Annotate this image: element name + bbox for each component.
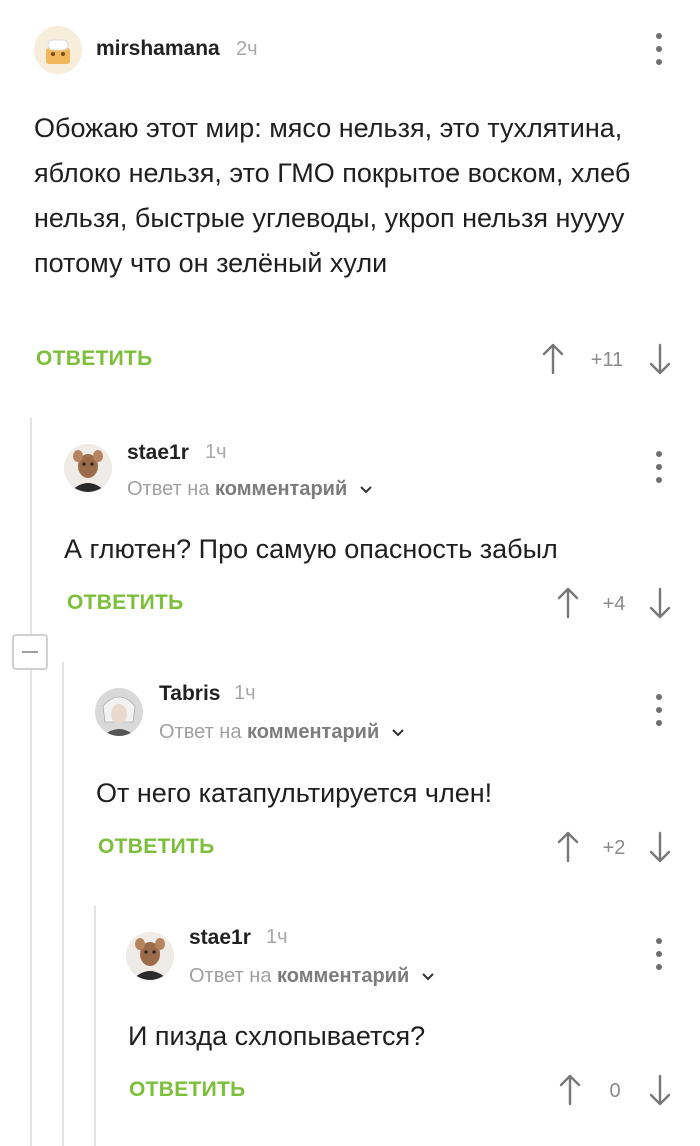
username[interactable]: stae1r <box>189 926 251 950</box>
reply-to-link[interactable]: Ответ на комментарий <box>127 478 373 501</box>
chevron-down-icon <box>360 486 372 494</box>
comment-text: От него катапультируется член! <box>96 778 493 808</box>
reply-to-prefix: Ответ на <box>189 965 272 987</box>
rating: +4 <box>602 593 626 615</box>
chevron-down-icon <box>392 729 404 737</box>
downvote-icon[interactable] <box>648 343 672 375</box>
downvote-icon[interactable] <box>648 1074 672 1106</box>
downvote-icon[interactable] <box>648 831 672 863</box>
more-options-icon[interactable] <box>652 692 666 728</box>
reply-button[interactable]: ОТВЕТИТЬ <box>98 835 215 859</box>
reply-button[interactable]: ОТВЕТИТЬ <box>129 1078 246 1102</box>
reply-to-target: комментарий <box>277 965 410 987</box>
avatar[interactable] <box>95 688 143 736</box>
more-options-icon[interactable] <box>652 449 666 485</box>
downvote-icon[interactable] <box>648 587 672 619</box>
timestamp: 1ч <box>234 682 256 704</box>
avatar[interactable] <box>126 932 174 980</box>
rating: 0 <box>609 1080 621 1102</box>
thread-line-level-1 <box>30 418 32 1146</box>
reply-to-prefix: Ответ на <box>159 721 242 743</box>
avatar[interactable] <box>64 444 112 492</box>
minus-icon <box>22 651 38 653</box>
comment-text: А глютен? Про самую опасность забыл <box>64 534 558 564</box>
reply-to-link[interactable]: Ответ на комментарий <box>159 721 405 744</box>
more-options-icon[interactable] <box>652 31 666 67</box>
rating: +2 <box>602 837 626 859</box>
avatar[interactable] <box>34 26 82 74</box>
username[interactable]: mirshamana <box>96 37 220 61</box>
thread-line-level-3 <box>94 906 96 1146</box>
thread-line-level-2 <box>62 662 64 1146</box>
reply-to-target: комментарий <box>247 721 380 743</box>
collapse-thread-button[interactable] <box>12 634 48 670</box>
rating: +11 <box>590 349 624 371</box>
chevron-down-icon <box>422 973 434 981</box>
reply-button[interactable]: ОТВЕТИТЬ <box>36 347 153 371</box>
username[interactable]: stae1r <box>127 441 189 465</box>
more-options-icon[interactable] <box>652 936 666 972</box>
upvote-icon[interactable] <box>556 831 580 863</box>
username[interactable]: Tabris <box>159 682 220 706</box>
timestamp: 1ч <box>205 441 227 463</box>
comment-text: И пизда схлопывается? <box>128 1021 426 1051</box>
upvote-icon[interactable] <box>541 343 565 375</box>
upvote-icon[interactable] <box>558 1074 582 1106</box>
reply-to-prefix: Ответ на <box>127 478 210 500</box>
reply-to-link[interactable]: Ответ на комментарий <box>189 965 435 988</box>
timestamp: 1ч <box>266 926 288 948</box>
timestamp: 2ч <box>236 38 258 60</box>
upvote-icon[interactable] <box>556 587 580 619</box>
reply-button[interactable]: ОТВЕТИТЬ <box>67 591 184 615</box>
reply-to-target: комментарий <box>215 478 348 500</box>
comment-text: Обожаю этот мир: мясо нельзя, это тухлят… <box>34 113 631 278</box>
